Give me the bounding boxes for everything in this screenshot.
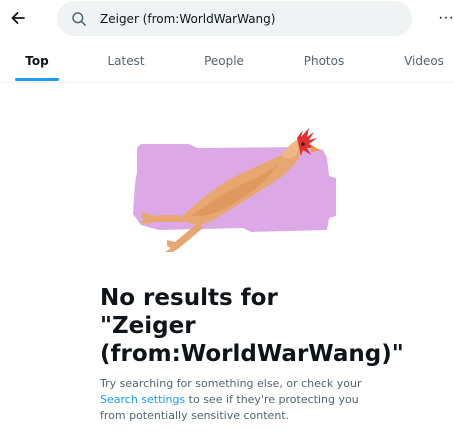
empty-state-body: Try searching for something else, or che… bbox=[100, 376, 370, 424]
tab-photos-label: Photos bbox=[303, 54, 345, 68]
search-query: Zeiger (from:WorldWarWang) bbox=[100, 11, 276, 26]
tab-people-label: People bbox=[204, 54, 244, 68]
empty-state-title: No results for "Zeiger (from:WorldWarWan… bbox=[100, 285, 404, 367]
search-tabs: Top Latest People Photos Videos bbox=[0, 40, 454, 83]
empty-state-body-text: Try searching for something else, or che… bbox=[100, 377, 362, 390]
back-button[interactable] bbox=[4, 4, 32, 32]
tab-top-label: Top bbox=[25, 54, 49, 68]
tab-videos[interactable]: Videos bbox=[394, 40, 454, 82]
search-header: Zeiger (from:WorldWarWang) ··· bbox=[0, 0, 454, 38]
tab-latest[interactable]: Latest bbox=[96, 40, 156, 82]
tab-photos[interactable]: Photos bbox=[294, 40, 354, 82]
active-tab-indicator bbox=[15, 78, 59, 81]
rubber-chicken-illustration bbox=[133, 128, 336, 252]
more-button[interactable]: ··· bbox=[438, 8, 454, 28]
tab-people[interactable]: People bbox=[194, 40, 254, 82]
tab-latest-label: Latest bbox=[107, 54, 145, 68]
arrow-left-icon bbox=[11, 12, 25, 24]
search-settings-link[interactable]: Search settings bbox=[100, 393, 185, 406]
search-input[interactable]: Zeiger (from:WorldWarWang) bbox=[57, 1, 412, 36]
tab-top[interactable]: Top bbox=[12, 40, 62, 82]
tab-videos-label: Videos bbox=[404, 54, 444, 68]
search-icon bbox=[71, 10, 89, 28]
more-icon: ··· bbox=[438, 9, 454, 26]
